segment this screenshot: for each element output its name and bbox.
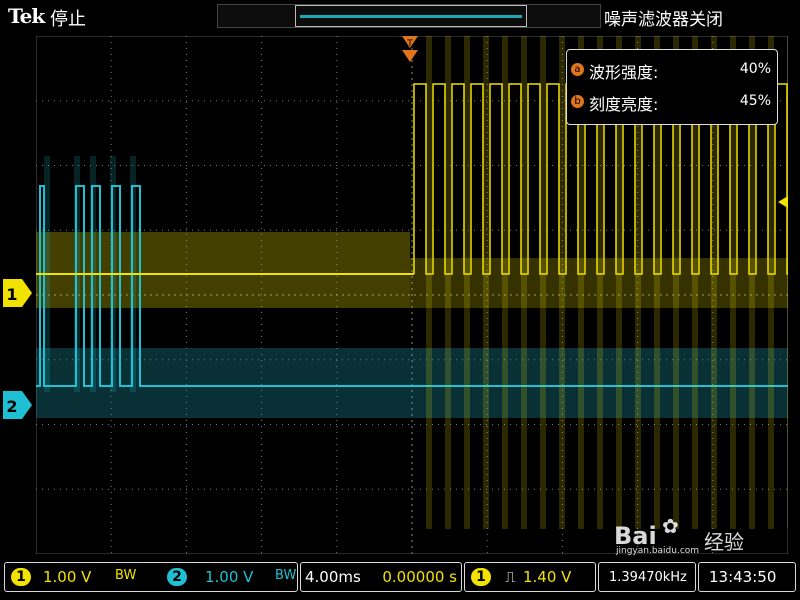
- acquisition-status[interactable]: 停止: [50, 5, 86, 31]
- baidu-jingyan-watermark: ✿ Bai 经验 jingyan.baidu.com: [614, 514, 744, 556]
- trigger-slope-icon: ⎍: [505, 568, 516, 586]
- clock-readout: 13:43:50: [698, 562, 796, 592]
- horizontal-position: 0.00000 s: [382, 568, 457, 586]
- brand-logo: Tek: [8, 4, 45, 28]
- trigger-readout[interactable]: 1 ⎍ 1.40 V: [464, 562, 596, 592]
- svg-text:2: 2: [6, 397, 17, 416]
- svg-text:T: T: [406, 39, 413, 49]
- ch2-bw-icon: BW: [275, 568, 297, 583]
- svg-text:1: 1: [6, 285, 17, 304]
- knob-b-icon: b: [571, 95, 584, 108]
- graticule-brightness-label: 刻度亮度:: [589, 95, 659, 114]
- clock-time: 13:43:50: [709, 568, 777, 586]
- horizontal-readout[interactable]: 4.00ms 0.00000 s: [300, 562, 462, 592]
- record-length-bar[interactable]: [217, 4, 601, 28]
- noise-filter-status: 噪声滤波器关闭: [604, 10, 723, 30]
- ch2-scale: 1.00 V: [205, 568, 254, 586]
- trigger-source-chip: 1: [471, 568, 491, 586]
- top-status-bar: Tek 停止 噪声滤波器关闭: [0, 0, 800, 36]
- trigger-frequency: 1.39470kHz: [609, 570, 687, 585]
- graticule-brightness-value: 45%: [739, 93, 771, 109]
- frequency-readout: 1.39470kHz: [598, 562, 696, 592]
- baidu-paw-icon: ✿: [662, 514, 679, 538]
- ch1-chip: 1: [11, 568, 31, 586]
- trigger-level: 1.40 V: [523, 568, 572, 586]
- ch1-ground-marker[interactable]: 1: [0, 276, 36, 312]
- record-view-window[interactable]: [295, 5, 527, 27]
- vertical-readout[interactable]: 1 1.00 V BW 2 1.00 V BW: [4, 562, 298, 592]
- ch1-scale: 1.00 V: [43, 568, 92, 586]
- waveform-intensity-value: 40%: [739, 61, 771, 77]
- bottom-readout-bar: 1 1.00 V BW 2 1.00 V BW 4.00ms 0.00000 s…: [0, 556, 800, 600]
- record-window-trace: [300, 15, 522, 18]
- horizontal-scale: 4.00ms: [305, 568, 361, 586]
- ch2-chip: 2: [167, 568, 187, 586]
- ch2-ground-marker[interactable]: 2: [0, 388, 36, 424]
- waveform-intensity-label: 波形强度:: [589, 63, 659, 82]
- graticule-brightness-row[interactable]: b 刻度亮度: 45%: [571, 90, 771, 116]
- knob-a-icon: a: [571, 63, 584, 76]
- display-settings-panel: a 波形强度: 40% b 刻度亮度: 45%: [566, 49, 778, 125]
- waveform-intensity-row[interactable]: a 波形强度: 40%: [571, 58, 771, 84]
- ch1-bw-icon: BW: [115, 568, 137, 583]
